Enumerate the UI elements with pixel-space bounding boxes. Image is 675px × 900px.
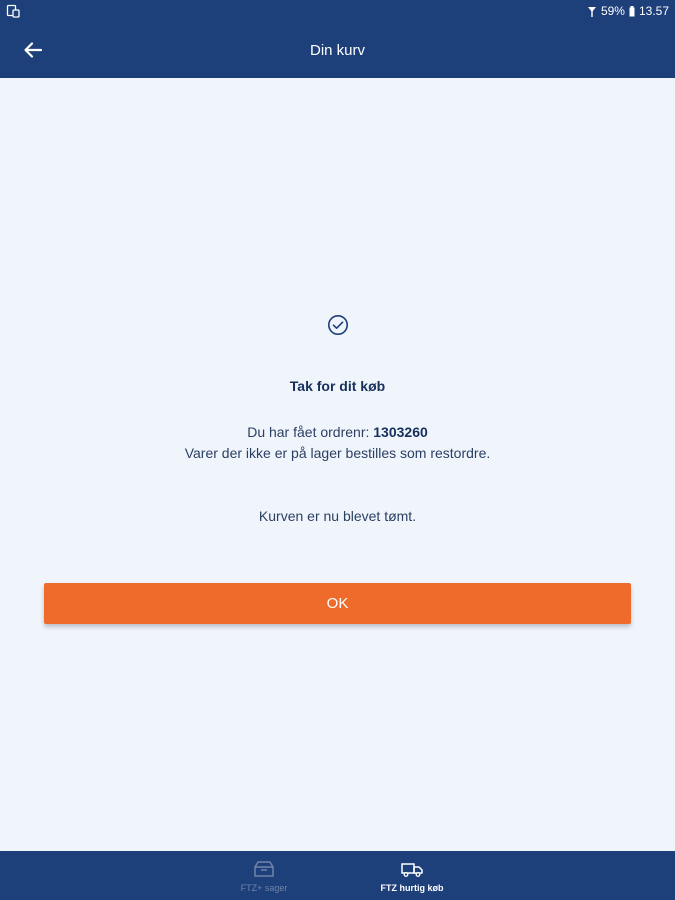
cart-cleared-text: Kurven er nu blevet tømt. bbox=[258, 508, 417, 524]
status-right: 59% 13.57 bbox=[587, 4, 669, 18]
ok-button[interactable]: OK bbox=[44, 583, 631, 624]
status-bar: 59% 13.57 bbox=[0, 0, 675, 24]
clock: 13.57 bbox=[638, 4, 669, 18]
page-title: Din kurv bbox=[309, 42, 365, 59]
order-number: 1303260 bbox=[373, 424, 428, 440]
nav-label-ftz-hurtig-kob: FTZ hurtig køb bbox=[380, 883, 444, 893]
order-message: Du har fået ordrenr: 1303260 Varer der i… bbox=[0, 422, 675, 464]
battery-icon bbox=[629, 5, 635, 16]
truck-icon bbox=[401, 863, 423, 877]
nav-item-ftz-sager[interactable]: FTZ+ sager bbox=[204, 851, 324, 900]
check-circle-icon bbox=[328, 315, 348, 335]
app-bar: Din kurv bbox=[0, 24, 675, 78]
confirmation-panel: Tak for dit køb Du har fået ordrenr: 130… bbox=[0, 78, 675, 851]
screenshot-icon bbox=[6, 4, 20, 18]
confirmation-heading: Tak for dit køb bbox=[289, 378, 386, 394]
signal-icon bbox=[587, 7, 596, 17]
bottom-nav: FTZ+ sager FTZ hurtig køb bbox=[0, 851, 675, 900]
nav-item-ftz-hurtig-kob[interactable]: FTZ hurtig køb bbox=[352, 851, 472, 900]
order-line: Du har fået ordrenr: 1303260 bbox=[0, 422, 675, 443]
nav-label-ftz-sager: FTZ+ sager bbox=[240, 883, 288, 893]
order-prefix: Du har fået ordrenr: bbox=[247, 424, 370, 440]
battery-percent: 59% bbox=[600, 4, 625, 18]
backorder-note: Varer der ikke er på lager bestilles som… bbox=[184, 445, 491, 461]
box-icon bbox=[254, 861, 274, 877]
